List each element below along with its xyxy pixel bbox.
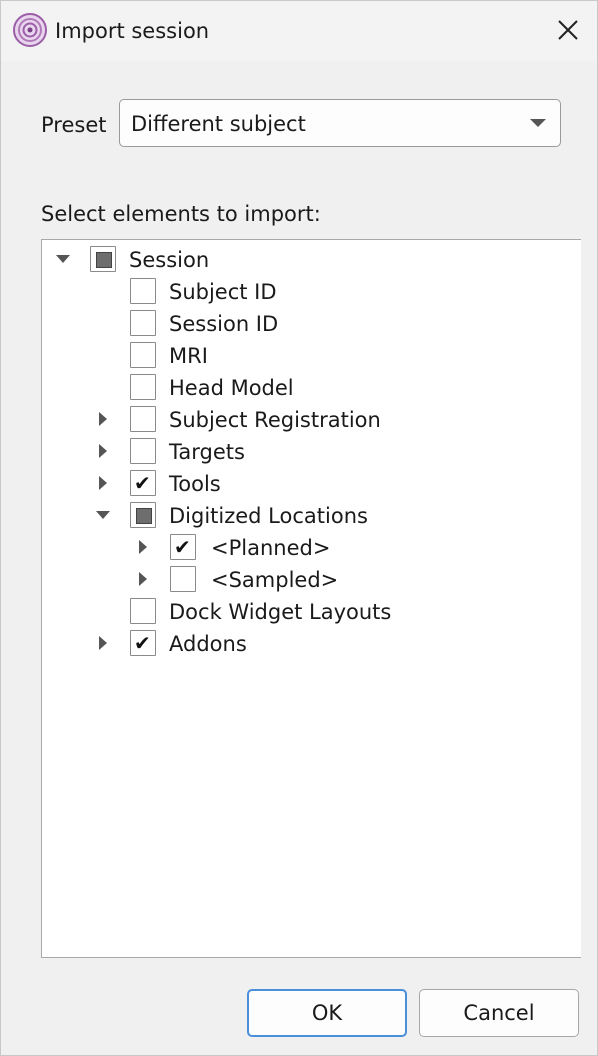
tree-item-mri[interactable]: MRI — [42, 339, 580, 371]
tools-checkbox[interactable] — [130, 470, 156, 496]
tree-item-label: Targets — [169, 440, 245, 464]
tree-item-tools[interactable]: Tools — [42, 467, 580, 499]
tree-item-subject-registration[interactable]: Subject Registration — [42, 403, 580, 435]
close-x-icon — [557, 19, 579, 45]
title-bar: Import session — [1, 1, 597, 61]
targets-checkbox[interactable] — [130, 438, 156, 464]
sampled-checkbox[interactable] — [170, 566, 196, 592]
select-elements-heading: Select elements to import: — [41, 202, 321, 226]
tree-item-label: Dock Widget Layouts — [169, 600, 392, 624]
subject-registration-checkbox[interactable] — [130, 406, 156, 432]
cancel-button[interactable]: Cancel — [419, 989, 579, 1037]
tree-item-digitized-locations[interactable]: Digitized Locations — [42, 499, 580, 531]
tree-item-targets[interactable]: Targets — [42, 435, 580, 467]
tree-item-label: <Sampled> — [211, 568, 339, 592]
tree-item-addons[interactable]: Addons — [42, 627, 580, 659]
expand-right-icon[interactable] — [139, 540, 147, 554]
tree-item-label: Digitized Locations — [169, 504, 368, 528]
tree-item-subject-id[interactable]: Subject ID — [42, 275, 580, 307]
digitized-locations-checkbox[interactable] — [130, 502, 156, 528]
tree-item-head-model[interactable]: Head Model — [42, 371, 580, 403]
expand-right-icon[interactable] — [99, 476, 107, 490]
tree-item-session[interactable]: Session — [42, 243, 580, 275]
preset-dropdown[interactable]: Different subject — [119, 99, 561, 147]
subject-id-checkbox[interactable] — [130, 278, 156, 304]
dock-widget-layouts-checkbox[interactable] — [130, 598, 156, 624]
window-title: Import session — [55, 19, 210, 43]
import-session-dialog: Import session Preset Different subject … — [0, 0, 598, 1056]
tree-item-label: Subject Registration — [169, 408, 381, 432]
expand-down-icon[interactable] — [96, 511, 110, 519]
close-button[interactable] — [549, 13, 587, 51]
preset-label: Preset — [41, 113, 107, 137]
expand-down-icon[interactable] — [56, 255, 70, 263]
expand-right-icon[interactable] — [99, 412, 107, 426]
addons-checkbox[interactable] — [130, 630, 156, 656]
mri-checkbox[interactable] — [130, 342, 156, 368]
tree-item-planned[interactable]: <Planned> — [42, 531, 580, 563]
tree-item-session-id[interactable]: Session ID — [42, 307, 580, 339]
tree-item-label: Session ID — [169, 312, 279, 336]
ok-button[interactable]: OK — [247, 989, 407, 1037]
tree-item-label: Head Model — [169, 376, 294, 400]
tree-item-label: Tools — [169, 472, 221, 496]
tree-item-sampled[interactable]: <Sampled> — [42, 563, 580, 595]
expand-right-icon[interactable] — [99, 444, 107, 458]
tree-item-label: Subject ID — [169, 280, 277, 304]
expand-right-icon[interactable] — [139, 572, 147, 586]
tree-item-label: <Planned> — [211, 536, 331, 560]
planned-checkbox[interactable] — [170, 534, 196, 560]
target-rings-icon — [13, 13, 47, 47]
import-elements-tree[interactable]: Session Subject ID Session ID MRI Head M… — [41, 239, 581, 958]
session-checkbox[interactable] — [90, 246, 116, 272]
session-id-checkbox[interactable] — [130, 310, 156, 336]
tree-item-label: Addons — [169, 632, 247, 656]
tree-item-label: MRI — [169, 344, 208, 368]
preset-selected-value: Different subject — [131, 112, 306, 136]
head-model-checkbox[interactable] — [130, 374, 156, 400]
tree-item-dock-widget-layouts[interactable]: Dock Widget Layouts — [42, 595, 580, 627]
expand-right-icon[interactable] — [99, 636, 107, 650]
tree-item-label: Session — [129, 248, 210, 272]
dropdown-arrow-icon — [530, 119, 546, 127]
